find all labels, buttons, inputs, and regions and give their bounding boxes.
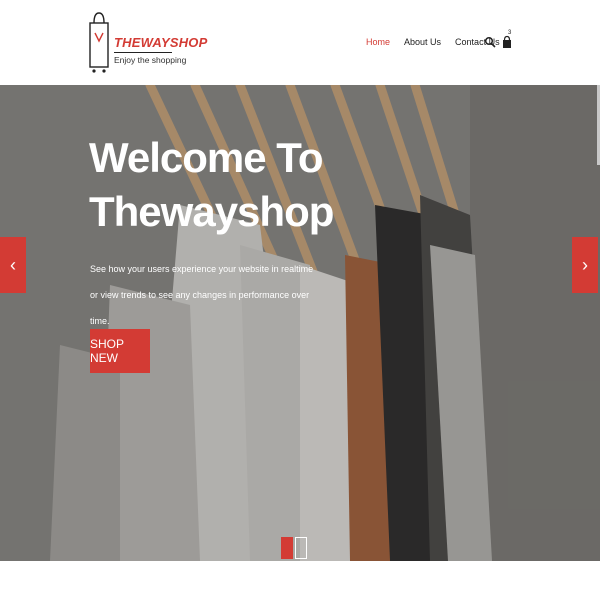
brand-name: THEWAYSHOP <box>114 35 208 50</box>
chevron-right-icon: › <box>582 254 588 275</box>
slide-dot-2[interactable] <box>295 537 307 559</box>
hero-title-line-2: Thewayshop <box>89 188 334 235</box>
shopping-bag-icon <box>89 12 109 73</box>
brand-tagline: Enjoy the shopping <box>114 55 187 65</box>
slider-dots <box>281 537 309 559</box>
chevron-left-icon: ‹ <box>10 254 16 275</box>
next-slide-button[interactable]: › <box>572 237 598 293</box>
cart-icon[interactable] <box>501 35 513 49</box>
hero-slider: Welcome To Thewayshop See how your users… <box>0 85 600 561</box>
shop-new-button[interactable]: SHOP NEW <box>90 329 150 373</box>
page-content-start <box>0 561 600 600</box>
hero-description: See how your users experience your websi… <box>90 264 314 326</box>
logo[interactable]: THEWAYSHOP Enjoy the shopping <box>88 9 207 77</box>
prev-slide-button[interactable]: ‹ <box>0 237 26 293</box>
hero-title-line-1: Welcome To <box>89 134 324 181</box>
cart-count-badge: 3 <box>508 30 512 36</box>
site-header: THEWAYSHOP Enjoy the shopping Home About… <box>0 0 600 86</box>
slide-dot-1[interactable] <box>281 537 293 559</box>
brand-underline <box>114 52 172 53</box>
nav-item-about-us[interactable]: About Us <box>404 37 441 47</box>
nav-item-home[interactable]: Home <box>366 37 390 47</box>
search-icon[interactable] <box>484 36 496 48</box>
hero-title: Welcome To Thewayshop <box>89 131 334 239</box>
